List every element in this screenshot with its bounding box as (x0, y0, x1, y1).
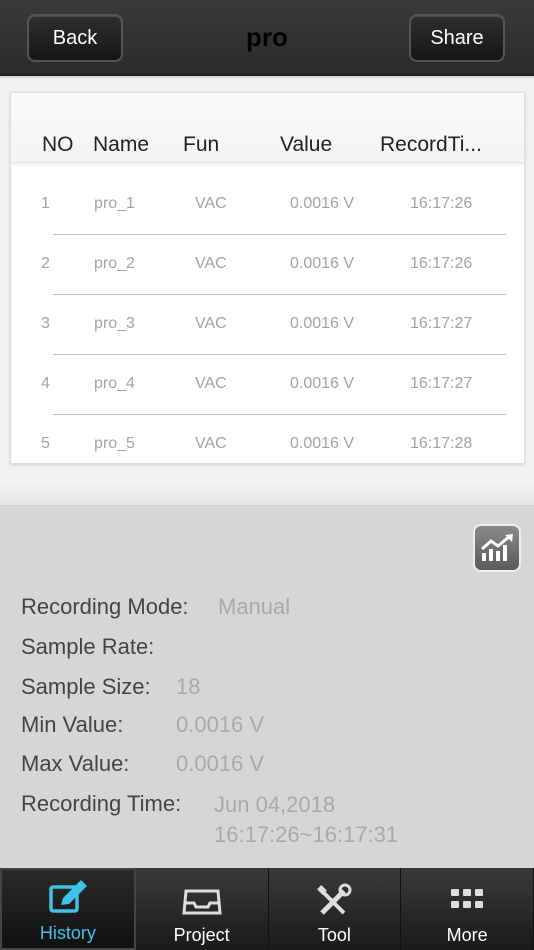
cell-time: 16:17:26 (410, 255, 473, 272)
cell-time: 16:17:28 (410, 435, 473, 452)
col-recordtime: RecordTi... (380, 133, 482, 156)
grid-icon (451, 889, 484, 908)
min-value-label: Min Value: (21, 712, 124, 737)
cell-value: 0.0016 V (290, 195, 355, 212)
cell-time: 16:17:26 (410, 195, 473, 212)
cell-no: 1 (41, 195, 50, 212)
recording-mode-value: Manual (218, 594, 291, 619)
tab-more[interactable]: More (401, 868, 534, 950)
sample-rate-label: Sample Rate: (21, 634, 155, 659)
cell-value: 0.0016 V (290, 315, 355, 332)
sample-size-label: Sample Size: (21, 674, 151, 699)
table-header: NO Name Fun Value RecordTi... (11, 93, 524, 163)
recording-time-label: Recording Time: (21, 791, 182, 816)
cell-no: 3 (41, 315, 50, 332)
tab-history[interactable]: History (0, 868, 136, 950)
table-row[interactable]: 3 pro_3 VAC 0.0016 V 16:17:27 (11, 295, 524, 355)
cell-name: pro_5 (94, 435, 135, 452)
max-value-label: Max Value: (21, 751, 130, 776)
records-table[interactable]: NO Name Fun Value RecordTi... 1 pro_1 VA… (10, 92, 525, 464)
col-fun: Fun (183, 133, 220, 156)
tab-label: Tool (317, 925, 351, 945)
recording-time-range: 16:17:26~16:17:31 (214, 822, 399, 847)
cell-name: pro_4 (94, 375, 135, 392)
cell-name: pro_3 (94, 315, 135, 332)
edit-icon (49, 880, 87, 913)
cell-value: 0.0016 V (290, 375, 355, 392)
tab-label: Project (173, 925, 230, 945)
tab-bar: History Project Tool More (0, 868, 534, 950)
cell-name: pro_2 (94, 255, 135, 272)
cell-value: 0.0016 V (290, 435, 355, 452)
cell-fun: VAC (195, 435, 227, 452)
table-row[interactable]: 5 pro_5 VAC 0.0016 V 16:17:28 (11, 415, 524, 463)
recording-mode-label: Recording Mode: (21, 594, 189, 619)
sample-size-value: 18 (176, 674, 201, 699)
tab-project[interactable]: Project (136, 868, 269, 950)
table-row[interactable]: 4 pro_4 VAC 0.0016 V 16:17:27 (11, 355, 524, 415)
table-row[interactable]: 1 pro_1 VAC 0.0016 V 16:17:26 (11, 175, 524, 235)
cell-no: 4 (41, 375, 50, 392)
col-no: NO (42, 133, 74, 156)
table-footer-strip (0, 480, 534, 506)
line-chart-icon[interactable] (473, 524, 521, 572)
cell-fun: VAC (195, 375, 227, 392)
cell-fun: VAC (195, 255, 227, 272)
min-value: 0.0016 V (176, 712, 265, 737)
cell-fun: VAC (195, 195, 227, 212)
cell-value: 0.0016 V (290, 255, 355, 272)
recording-time-date: Jun 04,2018 (214, 792, 336, 817)
cell-no: 5 (41, 435, 50, 452)
cell-no: 2 (41, 255, 50, 272)
col-value: Value (280, 133, 333, 156)
cell-fun: VAC (195, 315, 227, 332)
table-row[interactable]: 2 pro_2 VAC 0.0016 V 16:17:26 (11, 235, 524, 295)
line-chart-icon-svg (481, 534, 513, 561)
share-button[interactable]: Share (409, 14, 505, 62)
col-name: Name (93, 133, 150, 156)
tab-label: History (39, 923, 96, 943)
cell-name: pro_1 (94, 195, 135, 212)
nav-bar: Back pro Share (0, 0, 534, 76)
tab-tool[interactable]: Tool (269, 868, 402, 950)
tab-label: More (446, 925, 488, 945)
cell-time: 16:17:27 (410, 315, 473, 332)
tools-icon (317, 883, 352, 915)
cell-time: 16:17:27 (410, 375, 473, 392)
max-value: 0.0016 V (176, 751, 265, 776)
inbox-icon (181, 889, 222, 915)
